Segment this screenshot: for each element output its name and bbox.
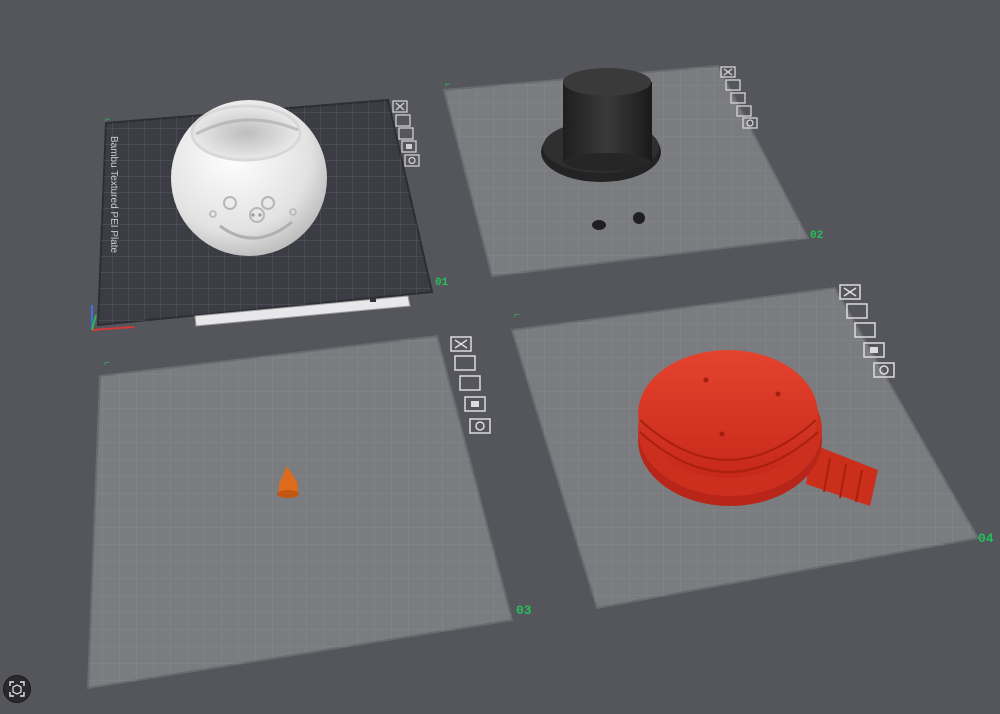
- layout-icon[interactable]: [459, 375, 481, 391]
- plate-04-number: 04: [978, 531, 994, 546]
- plate-03-number: 03: [516, 603, 532, 618]
- settings-icon[interactable]: [469, 418, 491, 434]
- layout-icon[interactable]: [398, 127, 414, 140]
- camera-reset-button[interactable]: [3, 675, 31, 703]
- arrange-icon[interactable]: [395, 114, 411, 127]
- settings-icon[interactable]: [404, 154, 420, 167]
- camera-reset-icon: [9, 681, 25, 697]
- plate-01[interactable]: Bambu Textured PEI Plate 01 ⌐: [91, 98, 449, 331]
- 3d-viewport[interactable]: Bambu Textured PEI Plate 01 ⌐ 02 ⌐ 03 ⌐ …: [0, 0, 1000, 714]
- plate-03-corner-mark: ⌐: [104, 358, 110, 369]
- x-axis: [91, 326, 135, 331]
- plate-01-corner-mark: ⌐: [105, 114, 110, 124]
- plate-01-strip-mark: [370, 297, 376, 302]
- plate-03[interactable]: 03 ⌐: [86, 334, 532, 690]
- plate-01-label: Bambu Textured PEI Plate: [108, 136, 119, 254]
- plate-04-corner-mark: ⌐: [514, 310, 520, 321]
- arrange-icon[interactable]: [454, 355, 476, 371]
- plate-01-number: 01: [435, 277, 449, 289]
- plate-02[interactable]: 02 ⌐: [442, 64, 823, 278]
- plate-02-number: 02: [810, 230, 823, 242]
- plate-04[interactable]: 04 ⌐: [510, 284, 994, 610]
- plate-02-corner-mark: ⌐: [445, 79, 450, 89]
- pot-model[interactable]: [171, 100, 327, 256]
